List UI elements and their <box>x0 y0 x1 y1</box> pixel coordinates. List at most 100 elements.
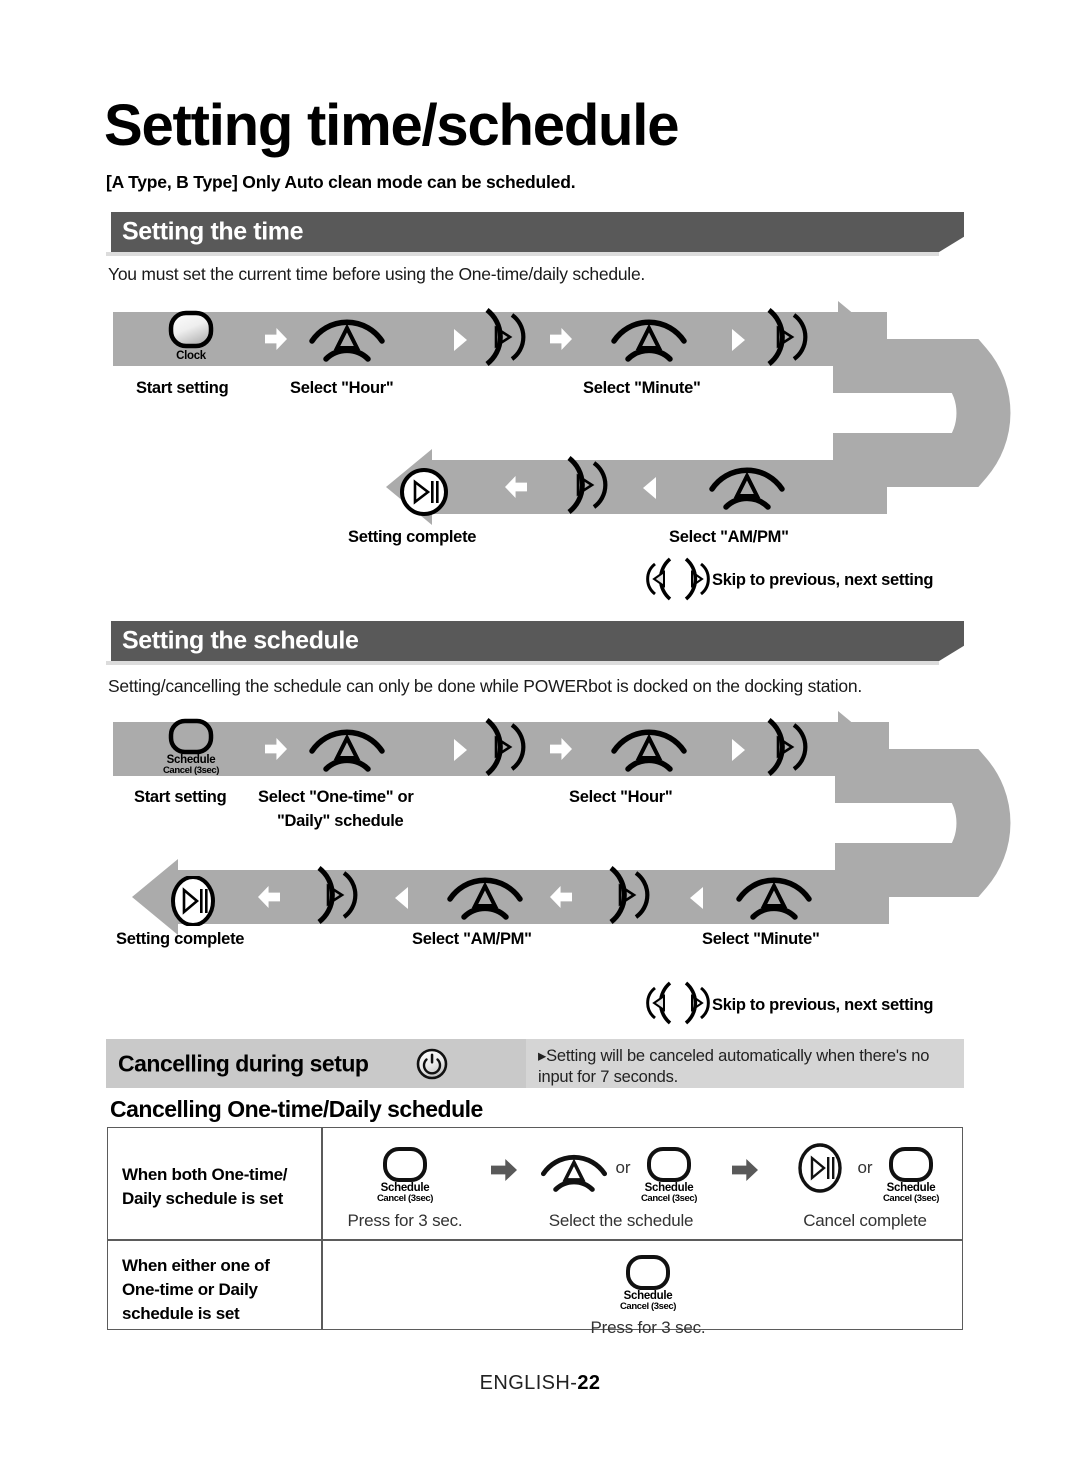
footer-page-number: 22 <box>577 1372 601 1394</box>
flow1-caption-select-ampm: Select "AM/PM" <box>669 528 789 546</box>
skip-next-icon-legend-1 <box>678 556 710 607</box>
flow1-separator-1 <box>265 328 287 350</box>
schedule-button-step3[interactable]: Schedule Cancel (3sec) <box>883 1146 939 1204</box>
table-row-label: When either one of One-time or Daily sch… <box>122 1254 270 1326</box>
skip-next-glyph <box>567 456 608 514</box>
up-select-glyph <box>540 1154 608 1192</box>
page-subtitle: [A Type, B Type] Only Auto clean mode ca… <box>106 172 576 192</box>
schedule-button-1[interactable]: Schedule Cancel (3sec) <box>163 718 219 776</box>
up-select-icon-minute-2 <box>735 873 813 926</box>
up-select-glyph <box>709 467 785 510</box>
flow1-legend-text: Skip to previous, next setting <box>712 571 934 589</box>
note-text: Setting will be canceled automatically w… <box>538 1047 930 1087</box>
play-pause-button-shape <box>171 875 215 927</box>
flow1-caption-setting-complete: Setting complete <box>348 528 477 546</box>
flow2-caption-select-ampm: Select "AM/PM" <box>412 930 532 948</box>
up-select-glyph <box>447 877 523 920</box>
table-vertical-divider <box>321 1128 323 1329</box>
section-header-setting-the-schedule: Setting the schedule <box>106 621 964 661</box>
setting-schedule-intro: Setting/cancelling the schedule can only… <box>108 676 863 696</box>
manual-page: Setting time/schedule [A Type, B Type] O… <box>0 0 1080 1479</box>
flow1-row2-bar <box>424 460 866 514</box>
table-step-caption: Press for 3 sec. <box>590 1318 706 1337</box>
skip-next-glyph <box>485 308 526 366</box>
table-or-label-2: or <box>857 1158 873 1177</box>
flow1-row1-arrowhead <box>838 301 884 377</box>
flow2-row2-separator-1 <box>258 886 280 908</box>
flow2-separator-2 <box>454 739 467 761</box>
page-title: Setting time/schedule <box>104 93 679 158</box>
play-pause-button-table[interactable] <box>794 1143 846 1198</box>
schedule-button-step1[interactable]: Schedule Cancel (3sec) <box>377 1146 433 1204</box>
schedule-button-label: Schedule Cancel (3sec) <box>376 1182 434 1205</box>
skip-next-icon-4 <box>478 716 526 783</box>
schedule-button-shape <box>383 1147 427 1182</box>
play-pause-button-2[interactable] <box>167 875 219 931</box>
skip-next-icon-2 <box>760 306 808 373</box>
flow2-caption-select-minute: Select "Minute" <box>702 930 820 948</box>
section-header-shadow <box>106 252 939 256</box>
up-select-glyph <box>309 319 385 362</box>
flow1-caption-start-setting: Start setting <box>136 379 229 397</box>
flow1-row2-separator-2 <box>643 477 656 499</box>
skip-next-glyph <box>767 718 808 776</box>
section-header-tick <box>106 212 111 252</box>
up-select-glyph <box>309 729 385 772</box>
schedule-button-label: Schedule Cancel (3sec) <box>162 754 220 777</box>
table-row-label-line: One-time or Daily <box>122 1280 258 1300</box>
flow2-separator-1 <box>265 738 287 760</box>
clock-button-label: Clock <box>176 350 206 362</box>
flow2-row2-bar <box>170 870 866 924</box>
flow2-separator-4 <box>732 739 745 761</box>
table-step-caption: Cancel complete <box>803 1211 927 1230</box>
skip-next-icon-6 <box>310 864 358 931</box>
play-pause-button-1[interactable] <box>398 468 450 521</box>
cancelling-during-setup-note: ▸Setting will be canceled automatically … <box>538 1046 958 1088</box>
flow2-caption-select-onetime: Select "One-time" or <box>258 788 414 806</box>
up-select-icon-hour-2 <box>610 725 688 778</box>
schedule-button-label: Schedule Cancel (3sec) <box>640 1182 698 1205</box>
table-row-label-line: When both One-time/ <box>122 1165 288 1184</box>
up-select-glyph <box>611 729 687 772</box>
flow2-caption-select-hour: Select "Hour" <box>569 788 673 806</box>
cancelling-table: When both One-time/ Daily schedule is se… <box>107 1127 963 1337</box>
flow1-row2-arrowhead <box>386 449 432 525</box>
schedule-button-shape <box>168 718 214 755</box>
table-or-label-1: or <box>615 1158 631 1177</box>
flow2-row2-arrowhead <box>132 859 178 935</box>
skip-next-icon-3 <box>560 454 608 521</box>
table-horizontal-divider <box>108 1239 962 1241</box>
skip-next-icon-legend-2 <box>678 980 710 1031</box>
section-header-shadow <box>106 661 939 665</box>
up-select-icon-schedule-type <box>308 725 386 778</box>
skip-next-icon-5 <box>760 716 808 783</box>
up-select-glyph <box>611 319 687 362</box>
up-select-icon-ampm <box>708 463 786 516</box>
flow2-caption-start-setting: Start setting <box>134 788 227 806</box>
up-select-icon-ampm-2 <box>446 873 524 926</box>
flow2-row2-separator-2 <box>395 887 408 909</box>
section-header-tick <box>106 621 111 661</box>
flow2-row1-arrowhead <box>838 711 884 787</box>
play-pause-button-shape <box>400 468 448 516</box>
note-bullet-icon: ▸ <box>538 1047 547 1065</box>
flow2-separator-3 <box>550 738 572 760</box>
cancelling-subheading: Cancelling One-time/Daily schedule <box>110 1096 483 1122</box>
cancelling-during-setup-heading: Cancelling during setup <box>118 1050 369 1076</box>
up-select-icon-minute <box>610 315 688 368</box>
skip-next-glyph <box>609 866 650 924</box>
schedule-button-step2[interactable]: Schedule Cancel (3sec) <box>641 1146 697 1204</box>
setting-time-intro: You must set the current time before usi… <box>108 264 646 284</box>
clock-button[interactable]: Clock <box>168 310 214 362</box>
clock-button-shape <box>168 310 214 349</box>
schedule-button-label: Schedule Cancel (3sec) <box>882 1182 940 1205</box>
skip-next-glyph <box>767 308 808 366</box>
footer-language: ENGLISH- <box>479 1372 578 1394</box>
section-header-label: Setting the schedule <box>122 626 359 655</box>
cancelling-during-setup-panel: Cancelling during setup ▸Setting will be… <box>106 1039 964 1088</box>
flow2-row2-separator-4 <box>690 887 703 909</box>
table-row-label-line: schedule is set <box>122 1304 240 1324</box>
schedule-button-row2[interactable]: Schedule Cancel (3sec) <box>620 1254 676 1312</box>
flow1-separator-3 <box>550 328 572 350</box>
skip-next-glyph <box>317 866 358 924</box>
